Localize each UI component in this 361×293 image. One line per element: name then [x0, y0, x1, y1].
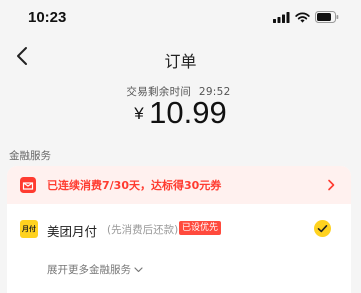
monthly-pay-logo-icon: 月付 [20, 220, 38, 238]
finance-card: 已连续消费7/30天，达标得30元券 月付 美团月付 (先消费后还款) 已设优先… [7, 166, 351, 293]
priority-badge: 已设优先 [179, 221, 222, 235]
payment-name: 美团月付 [47, 224, 98, 239]
payment-option-monthly[interactable]: 月付 美团月付 (先消费后还款) 已设优先 [7, 204, 351, 254]
nav-bar: 订单 [0, 38, 361, 76]
signal-icon [273, 11, 290, 23]
expand-more-label: 展开更多金融服务 [47, 264, 131, 276]
wifi-icon [295, 11, 310, 23]
status-bar: 10:23 [0, 0, 361, 36]
payment-subtitle: (先消费后还款) [107, 224, 179, 236]
promo-text: 已连续消费7/30天，达标得30元券 [47, 179, 222, 192]
order-amount: ¥ 10.99 [0, 95, 361, 131]
amount-value: 10.99 [149, 95, 227, 130]
section-label: 金融服务 [9, 150, 51, 162]
gift-icon [20, 177, 36, 193]
check-selected-icon[interactable] [314, 220, 331, 237]
currency-symbol: ¥ [134, 104, 144, 123]
page-title: 订单 [164, 52, 197, 71]
status-icons [273, 11, 339, 23]
expand-more-services[interactable]: 展开更多金融服务 [47, 262, 143, 277]
battery-icon [315, 11, 339, 23]
chevron-right-icon [328, 179, 335, 191]
status-time: 10:23 [28, 9, 67, 26]
chevron-down-icon [134, 266, 143, 272]
promo-banner[interactable]: 已连续消费7/30天，达标得30元券 [7, 166, 351, 204]
